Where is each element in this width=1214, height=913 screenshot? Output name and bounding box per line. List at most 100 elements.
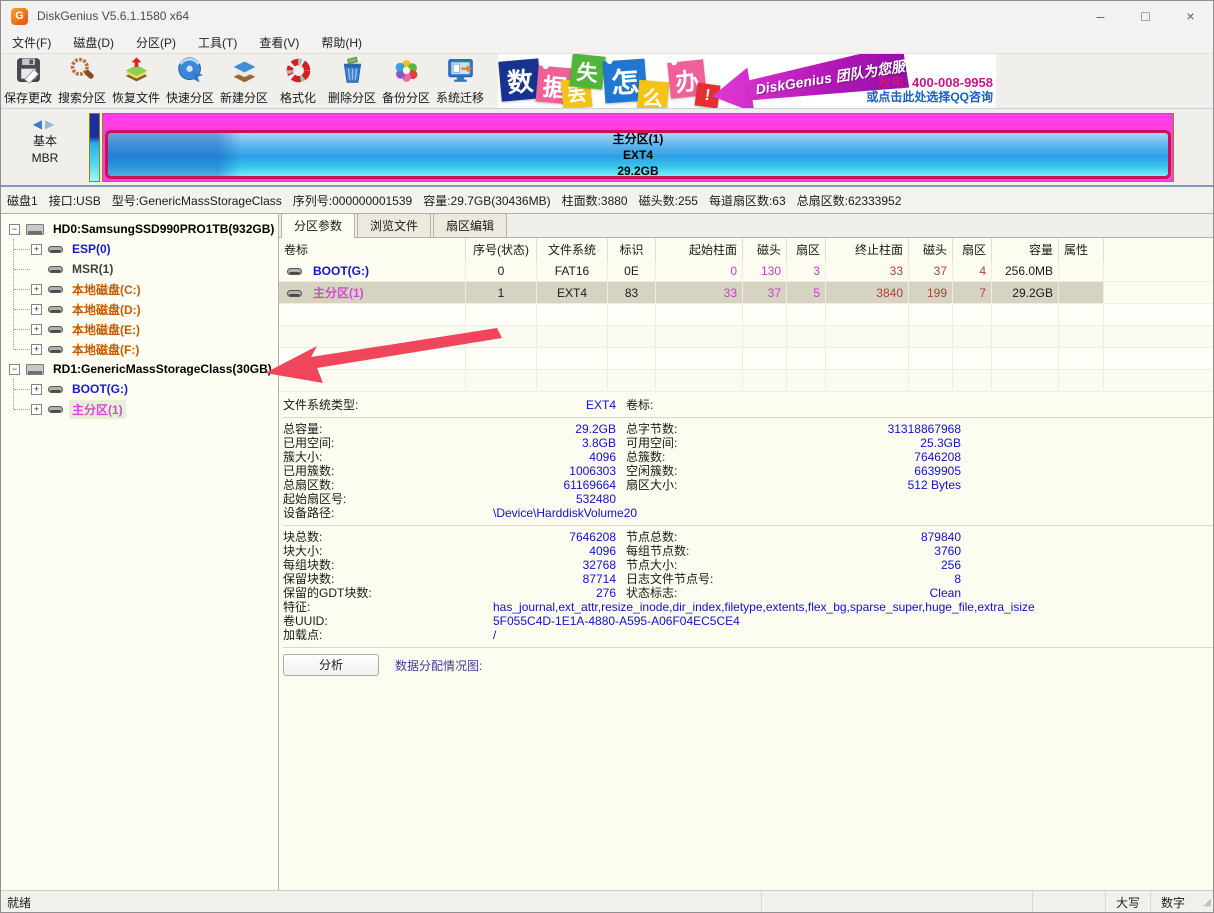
tree-item--d-[interactable]: + 本地磁盘(D:) [1,299,278,319]
collapse-icon[interactable]: − [9,364,20,375]
tree-item--f-[interactable]: +本地磁盘(F:) [1,339,278,359]
column-header-0[interactable]: 卷标 [279,238,466,260]
detail-row: 设备路径:\Device\HarddiskVolume20 [283,506,1213,520]
toolbar-save[interactable]: 保存更改 [1,54,55,108]
partition-icon [48,384,63,394]
table-row-1[interactable]: 主分区(1)1EXT483333753840199729.2GB [279,282,1213,304]
column-header-2[interactable]: 文件系统 [537,238,608,260]
empty-cell [826,348,909,369]
column-header-11[interactable]: 属性 [1059,238,1104,260]
toolbar-new-partition[interactable]: 新建分区 [217,54,271,108]
menu-item-0[interactable]: 文件(F) [1,31,62,53]
expand-icon[interactable]: + [31,324,42,335]
minimize-button[interactable]: – [1078,1,1123,31]
toolbar-delete-partition[interactable]: 删除分区 [325,54,379,108]
banner-qq-link[interactable]: 或点击此处选择QQ咨询 [866,90,993,104]
detail-label: 空闲簇数: [626,464,769,478]
cell-9: 7 [953,282,992,303]
partition-table: 卷标序号(状态)文件系统标识起始柱面磁头扇区终止柱面磁头扇区容量属性BOOT(G… [279,238,1213,392]
tree-item-esp-0-[interactable]: + ESP(0) [1,239,278,259]
detail-label: 卷UUID: [283,614,493,628]
expand-icon[interactable]: + [31,344,42,355]
toolbar-recover-files[interactable]: 恢复文件 [109,54,163,108]
empty-cell [826,370,909,391]
close-button[interactable]: × [1168,1,1213,31]
toolbar-system-migrate[interactable]: 系统迁移 [433,54,487,108]
cell-8: 37 [909,260,953,281]
detail-row: 已用簇数:1006303空闲簇数:6639905 [283,464,1213,478]
toolbar-label: 格式化 [280,89,316,106]
detail-value: 7646208 [493,530,616,544]
disk-info-item-2: 型号:GenericMassStorageClass [112,192,282,209]
menu-item-2[interactable]: 分区(P) [125,31,187,53]
promo-banner[interactable]: 数据丢失怎么办! DiskGenius 团队为您服务 致电: 400-008-9… [498,54,996,108]
toolbar-backup-partition[interactable]: 备份分区 [379,54,433,108]
resize-grip[interactable]: ◢ [1195,897,1213,908]
empty-cell [1059,326,1104,347]
menu-item-5[interactable]: 帮助(H) [310,31,373,53]
tree-item-boot-g-[interactable]: +BOOT(G:) [1,379,278,399]
next-disk-arrow-icon[interactable]: ▶ [45,117,57,131]
detail-value: 32768 [493,558,616,572]
toolbar-format[interactable]: 格式化 [271,54,325,108]
partition-block[interactable]: 主分区(1) EXT4 29.2GB [105,130,1171,179]
menu-item-4[interactable]: 查看(V) [248,31,310,53]
table-header-row: 卷标序号(状态)文件系统标识起始柱面磁头扇区终止柱面磁头扇区容量属性 [279,238,1213,260]
collapse-icon[interactable]: − [9,224,20,235]
delete-partition-icon [338,56,367,88]
toolbar-search-partition[interactable]: 搜索分区 [55,54,109,108]
column-header-6[interactable]: 扇区 [787,238,826,260]
tree-item--c-[interactable]: +本地磁盘(C:) [1,279,278,299]
menu-bar: 文件(F)磁盘(D)分区(P)工具(T)查看(V)帮助(H) [1,31,1213,54]
expand-icon[interactable]: + [31,244,42,255]
tree-item--1-[interactable]: +主分区(1) [1,399,278,419]
right-panel: 分区参数浏览文件扇区编辑 卷标序号(状态)文件系统标识起始柱面磁头扇区终止柱面磁… [279,214,1213,890]
cell-2: FAT16 [537,260,608,281]
tree-item-label: 本地磁盘(D:) [69,300,144,319]
tab-2[interactable]: 扇区编辑 [433,214,507,237]
empty-cell [608,304,656,325]
empty-cell [279,348,466,369]
tree-item-hd0-samsungssd990pro1tb-932gb-[interactable]: −HD0:SamsungSSD990PRO1TB(932GB) [1,219,278,239]
expand-icon[interactable]: + [31,404,42,415]
tab-1[interactable]: 浏览文件 [357,214,431,237]
toolbar-label: 系统迁移 [436,89,484,106]
detail-row: 保留块数:87714日志文件节点号:8 [283,572,1213,586]
partition-icon [48,244,63,254]
column-header-5[interactable]: 磁头 [743,238,787,260]
menu-item-3[interactable]: 工具(T) [187,31,248,53]
expand-icon[interactable]: + [31,384,42,395]
column-header-10[interactable]: 容量 [992,238,1059,260]
column-header-4[interactable]: 起始柱面 [656,238,743,260]
maximize-button[interactable]: □ [1123,1,1168,31]
disk-mini-strip[interactable] [89,113,100,182]
expand-icon[interactable]: + [31,284,42,295]
detail-value: 4096 [493,450,616,464]
cell-2: EXT4 [537,282,608,303]
expand-icon[interactable]: + [31,304,42,315]
empty-cell [826,326,909,347]
menu-item-1[interactable]: 磁盘(D) [62,31,125,53]
banner-contact[interactable]: 致电: 400-008-9958 或点击此处选择QQ咨询 [866,76,993,104]
disk-nav: ◀▶ 基本 MBR [15,116,75,167]
toolbar-quick-partition[interactable]: 快速分区 [163,54,217,108]
tree-item-rd1-genericmassstorageclass-30gb-[interactable]: −RD1:GenericMassStorageClass(30GB) [1,359,278,379]
tree-item--e-[interactable]: +本地磁盘(E:) [1,319,278,339]
tab-0-active[interactable]: 分区参数 [281,214,355,238]
column-header-9[interactable]: 扇区 [953,238,992,260]
analyze-button[interactable]: 分析 [283,654,379,676]
disk-free-area[interactable]: 主分区(1) EXT4 29.2GB [102,113,1174,182]
cell-volume: 主分区(1) [279,282,466,303]
detail-value: has_journal,ext_attr,resize_inode,dir_in… [493,600,1213,614]
tree-item-label: ESP(0) [69,241,114,257]
tree-item-msr-1-[interactable]: MSR(1) [1,259,278,279]
table-row-0[interactable]: BOOT(G:)0FAT160E0130333374256.0MB [279,260,1213,282]
prev-disk-arrow-icon[interactable]: ◀ [33,117,45,131]
column-header-8[interactable]: 磁头 [909,238,953,260]
cell-10: 256.0MB [992,260,1059,281]
column-header-7[interactable]: 终止柱面 [826,238,909,260]
column-header-1[interactable]: 序号(状态) [466,238,537,260]
column-header-3[interactable]: 标识 [608,238,656,260]
empty-cell [537,370,608,391]
cell-5: 37 [743,282,787,303]
